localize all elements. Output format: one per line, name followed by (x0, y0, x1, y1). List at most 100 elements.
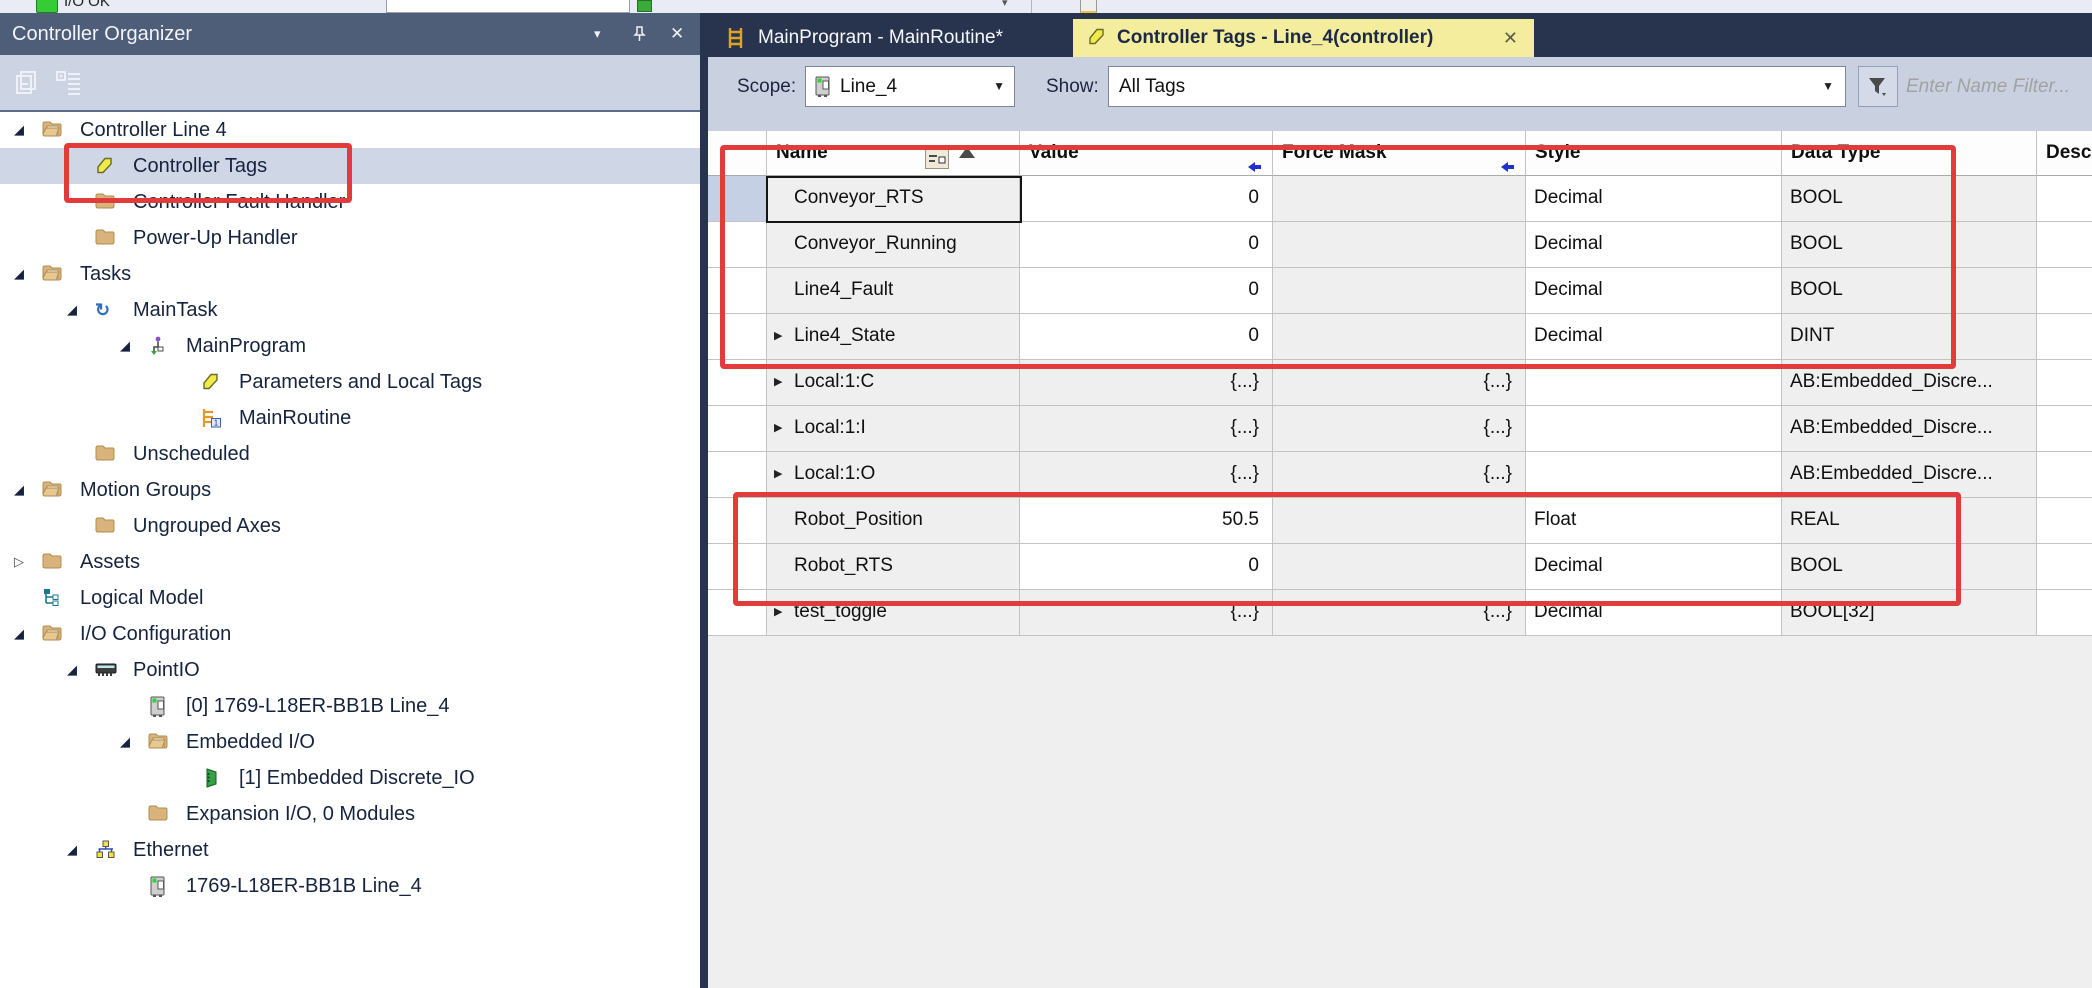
row-selector-line4-fault[interactable] (708, 268, 767, 314)
tree-item-controller-fault-handler[interactable]: Controller Fault Handler (0, 184, 700, 220)
tree-item-1769-l18er-bb1b-line-4[interactable]: 1769-L18ER-BB1B Line_4 (0, 868, 700, 904)
expand-tag-icon[interactable]: ▶ (774, 360, 782, 405)
tag-value-cell-line4-fault[interactable]: 0 (1020, 268, 1273, 314)
collapse-arrow-icon[interactable]: ◢ (67, 292, 77, 328)
tag-datatype-cell-robot-rts[interactable]: BOOL (1782, 544, 2037, 590)
row-selector-local-1-i[interactable] (708, 406, 767, 452)
tag-style-cell-line4-state[interactable]: Decimal (1526, 314, 1782, 360)
window-position-icon[interactable]: ▾ (594, 13, 601, 55)
tag-value-cell-local-1-o[interactable]: {...} (1020, 452, 1273, 498)
tag-name-cell-robot-rts[interactable]: Robot_RTS (767, 544, 1020, 590)
tree-item-embedded-i-o[interactable]: ◢Embedded I/O (0, 724, 700, 760)
expand-arrow-icon[interactable]: ▷ (14, 544, 24, 580)
tab-mainprogram-mainroutine[interactable]: MainProgram - MainRoutine* (712, 19, 1070, 57)
chevron-down-icon[interactable]: ▼ (993, 67, 1005, 106)
tag-force-mask-cell-robot-rts[interactable] (1273, 544, 1526, 590)
row-selector-test-toggle[interactable] (708, 590, 767, 636)
tag-name-cell-local-1-i[interactable]: Local:1:I▶ (767, 406, 1020, 452)
tree-item-parameters-and-local-tags[interactable]: Parameters and Local Tags (0, 364, 700, 400)
row-selector-robot-position[interactable] (708, 498, 767, 544)
tree-item-maintask[interactable]: ◢↻MainTask (0, 292, 700, 328)
tag-description-cell-robot-position[interactable] (2037, 498, 2092, 544)
tag-name-cell-line4-fault[interactable]: Line4_Fault (767, 268, 1020, 314)
tag-style-cell-line4-fault[interactable]: Decimal (1526, 268, 1782, 314)
close-icon[interactable]: ✕ (1503, 19, 1518, 57)
tag-datatype-cell-local-1-i[interactable]: AB:Embedded_Discre... (1782, 406, 2037, 452)
row-selector-line4-state[interactable] (708, 314, 767, 360)
tag-style-cell-conveyor-rts[interactable]: Decimal (1526, 176, 1782, 222)
row-selector-conveyor-running[interactable] (708, 222, 767, 268)
tag-datatype-cell-test-toggle[interactable]: BOOL[32] (1782, 590, 2037, 636)
tag-name-cell-conveyor-running[interactable]: Conveyor_Running (767, 222, 1020, 268)
tag-force-mask-cell-test-toggle[interactable]: {...} (1273, 590, 1526, 636)
column-header-style[interactable]: Style (1526, 131, 1782, 176)
tag-value-cell-robot-position[interactable]: 50.5 (1020, 498, 1273, 544)
show-dropdown[interactable]: All Tags ▼ (1108, 66, 1846, 107)
column-header-force-mask[interactable]: Force Mask (1273, 131, 1526, 176)
expand-tag-icon[interactable]: ▶ (774, 314, 782, 359)
tag-value-cell-conveyor-running[interactable]: 0 (1020, 222, 1273, 268)
tree-item-mainroutine[interactable]: 1MainRoutine (0, 400, 700, 436)
tag-style-cell-local-1-i[interactable] (1526, 406, 1782, 452)
close-icon[interactable]: ✕ (670, 13, 684, 55)
name-filter-input[interactable]: Enter Name Filter... (1906, 67, 2070, 107)
tag-datatype-cell-robot-position[interactable]: REAL (1782, 498, 2037, 544)
tag-force-mask-cell-conveyor-rts[interactable] (1273, 176, 1526, 222)
toolbar-icon[interactable] (1080, 0, 1097, 13)
expand-tag-icon[interactable]: ▶ (774, 452, 782, 497)
column-header-data-type[interactable]: Data Type (1782, 131, 2037, 176)
row-selector-local-1-c[interactable] (708, 360, 767, 406)
tag-datatype-cell-local-1-c[interactable]: AB:Embedded_Discre... (1782, 360, 2037, 406)
tree-item-i-o-configuration[interactable]: ◢I/O Configuration (0, 616, 700, 652)
column-header-description[interactable]: Description (2037, 131, 2092, 176)
collapse-arrow-icon[interactable]: ◢ (14, 472, 24, 508)
chevron-down-icon[interactable]: ▼ (1822, 67, 1834, 106)
tag-datatype-cell-line4-fault[interactable]: BOOL (1782, 268, 2037, 314)
tag-datatype-cell-local-1-o[interactable]: AB:Embedded_Discre... (1782, 452, 2037, 498)
sort-ascending-icon[interactable] (959, 147, 975, 158)
collapse-arrow-icon[interactable]: ◢ (67, 832, 77, 868)
tag-force-mask-cell-conveyor-running[interactable] (1273, 222, 1526, 268)
tag-style-cell-local-1-c[interactable] (1526, 360, 1782, 406)
path-combobox[interactable] (386, 0, 630, 13)
collapse-arrow-icon[interactable]: ◢ (120, 328, 130, 364)
tag-value-cell-local-1-i[interactable]: {...} (1020, 406, 1273, 452)
tag-name-cell-local-1-c[interactable]: Local:1:C▶ (767, 360, 1020, 406)
filter-button[interactable] (1858, 66, 1898, 107)
tag-style-cell-robot-rts[interactable]: Decimal (1526, 544, 1782, 590)
tree-item-0-1769-l18er-bb1b-line-4[interactable]: [0] 1769-L18ER-BB1B Line_4 (0, 688, 700, 724)
tree-item-controller-tags[interactable]: Controller Tags (0, 148, 700, 184)
tag-description-cell-line4-fault[interactable] (2037, 268, 2092, 314)
tag-style-cell-test-toggle[interactable]: Decimal (1526, 590, 1782, 636)
tag-datatype-cell-conveyor-rts[interactable]: BOOL (1782, 176, 2037, 222)
tag-description-cell-conveyor-rts[interactable] (2037, 176, 2092, 222)
tag-force-mask-cell-local-1-c[interactable]: {...} (1273, 360, 1526, 406)
tree-item-unscheduled[interactable]: Unscheduled (0, 436, 700, 472)
tree-item-controller-line-4[interactable]: ◢Controller Line 4 (0, 112, 700, 148)
expand-tag-icon[interactable]: ▶ (774, 590, 782, 635)
tag-force-mask-cell-local-1-i[interactable]: {...} (1273, 406, 1526, 452)
tree-item-power-up-handler[interactable]: Power-Up Handler (0, 220, 700, 256)
scope-dropdown[interactable]: Line_4 ▼ (805, 66, 1015, 107)
tag-description-cell-robot-rts[interactable] (2037, 544, 2092, 590)
tag-force-mask-cell-robot-position[interactable] (1273, 498, 1526, 544)
tree-item-assets[interactable]: ▷Assets (0, 544, 700, 580)
tag-name-cell-conveyor-rts[interactable]: Conveyor_RTS (767, 176, 1020, 222)
tag-style-cell-robot-position[interactable]: Float (1526, 498, 1782, 544)
tree-item-mainprogram[interactable]: ◢MainProgram (0, 328, 700, 364)
tag-value-cell-conveyor-rts[interactable]: 0 (1020, 176, 1273, 222)
collapse-arrow-icon[interactable]: ◢ (14, 616, 24, 652)
tree-item-pointio[interactable]: ◢PointIO (0, 652, 700, 688)
column-header-value[interactable]: Value (1020, 131, 1273, 176)
tag-name-cell-test-toggle[interactable]: test_toggle▶ (767, 590, 1020, 636)
tag-value-cell-test-toggle[interactable]: {...} (1020, 590, 1273, 636)
tag-value-cell-line4-state[interactable]: 0 (1020, 314, 1273, 360)
tag-name-cell-local-1-o[interactable]: Local:1:O▶ (767, 452, 1020, 498)
row-selector-conveyor-rts[interactable] (708, 176, 767, 222)
tree-item-logical-model[interactable]: Logical Model (0, 580, 700, 616)
tag-name-cell-robot-position[interactable]: Robot_Position (767, 498, 1020, 544)
column-header-name[interactable]: Name (767, 131, 1020, 176)
tag-description-cell-line4-state[interactable] (2037, 314, 2092, 360)
row-selector-robot-rts[interactable] (708, 544, 767, 590)
tag-force-mask-cell-line4-fault[interactable] (1273, 268, 1526, 314)
